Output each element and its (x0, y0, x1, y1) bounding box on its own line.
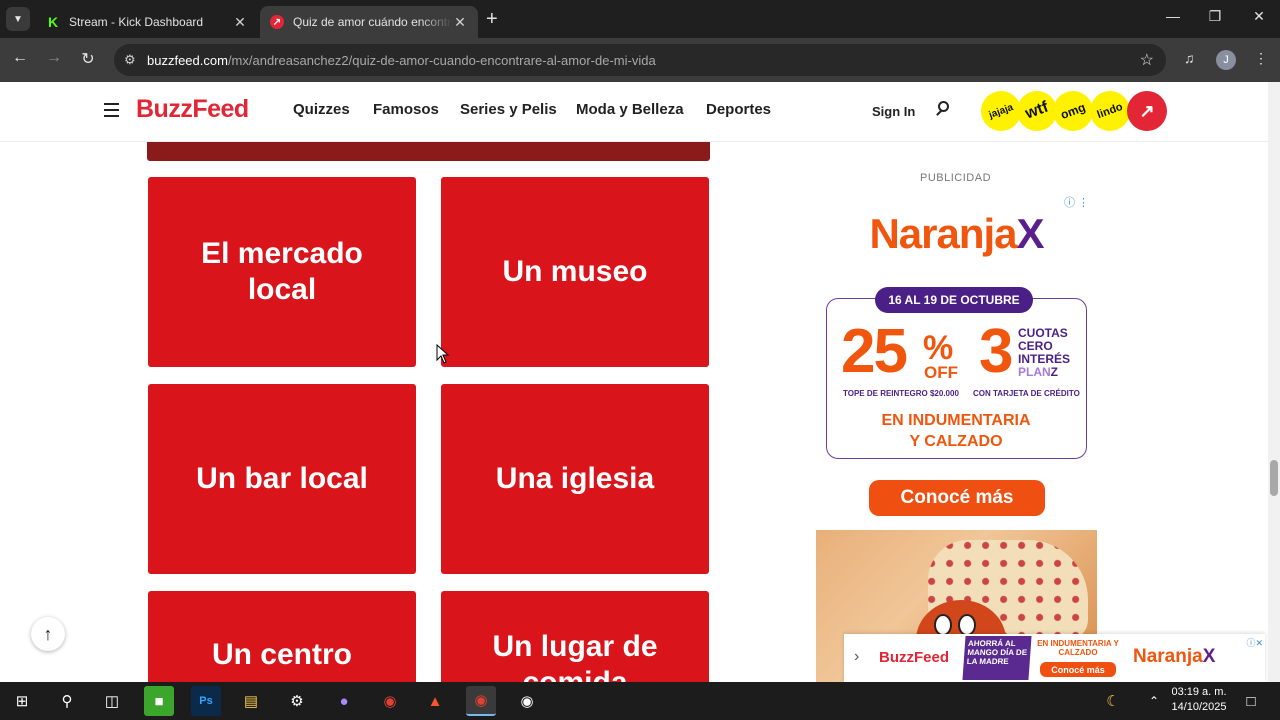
clock-date: 14/10/2025 (1171, 700, 1227, 713)
fine-print-right: CON TARJETA DE CRÉDITO (973, 389, 1080, 398)
bookmark-star-icon[interactable]: ☆ (1140, 50, 1154, 70)
night-light-moon-icon[interactable]: ☾ (1098, 686, 1128, 716)
obs-icon[interactable]: ◉ (512, 686, 542, 716)
photoshop-icon[interactable]: Ps (191, 686, 221, 716)
naranjax-logo: NaranjaX (869, 210, 1044, 257)
trending-arrow-icon[interactable]: ↗ (1127, 91, 1167, 131)
buzzfeed-trending-icon: ↗ (270, 15, 284, 29)
restore-icon[interactable]: ❐ (1192, 8, 1238, 25)
discount-percent: 25 (841, 317, 908, 386)
selected-answer-bar (147, 142, 710, 161)
buzzfeed-logo[interactable]: BuzzFeed (136, 95, 249, 124)
kick-icon: K (46, 14, 60, 30)
sticky-banner-ad[interactable]: › BuzzFeed AHORRÁ AL MANGO DÍA DE LA MAD… (844, 634, 1265, 682)
media-controls-icon[interactable]: ♫ (1184, 50, 1195, 66)
tray-chevron-up-icon[interactable]: ⌃ (1139, 686, 1169, 716)
chrome-icon[interactable]: ◉ (375, 686, 405, 716)
discord-icon[interactable]: ● (329, 686, 359, 716)
fine-print-left: TOPE DE REINTEGRO $20.000 (843, 389, 959, 398)
promo-category: EN INDUMENTARIA Y CALZADO (881, 412, 1031, 450)
banner-naranjax-logo: NaranjaX (1133, 646, 1216, 667)
tab-title: Stream - Kick Dashboard (69, 15, 204, 29)
answer-option[interactable]: El mercado local (148, 177, 416, 367)
nav-link-series[interactable]: Series y Pelis (460, 101, 557, 118)
brave-icon[interactable]: ▲ (420, 686, 450, 716)
chrome-active-icon[interactable]: ◉ (466, 686, 496, 716)
close-tab-icon[interactable]: ✕ (232, 14, 248, 31)
ad-photo-eye (958, 614, 976, 636)
hamburger-menu-icon[interactable] (104, 103, 119, 117)
address-bar[interactable]: ⚙ buzzfeed.com/mx/andreasanchez2/quiz-de… (114, 44, 1166, 76)
banner-close-icon[interactable]: ⓘ✕ (1235, 636, 1263, 648)
close-window-icon[interactable]: ✕ (1236, 8, 1280, 25)
off-label: OFF (924, 363, 958, 382)
nav-link-deportes[interactable]: Deportes (706, 101, 771, 118)
answer-option[interactable]: Un lugar de comida (441, 591, 709, 682)
nav-link-famosos[interactable]: Famosos (373, 101, 439, 118)
browser-tab-strip: ▼ K Stream - Kick Dashboard ✕ ↗ Quiz de … (0, 0, 1280, 38)
naranjax-ad[interactable]: ⓘ ⋮ NaranjaX 16 AL 19 DE OCTUBRE 25 % OF… (816, 190, 1097, 682)
answer-option[interactable]: Una iglesia (441, 384, 709, 574)
steam-icon[interactable]: ⚙ (282, 686, 312, 716)
minimize-icon[interactable]: — (1150, 8, 1196, 24)
tab-quiz[interactable]: ↗ Quiz de amor cuándo encontraré ✕ (260, 6, 478, 38)
system-clock[interactable]: 03:19 a. m. 14/10/2025 (1166, 685, 1232, 715)
banner-buzzfeed-logo: BuzzFeed (879, 649, 950, 666)
close-tab-icon[interactable]: ✕ (452, 14, 468, 31)
clock-time: 03:19 a. m. (1171, 686, 1227, 698)
task-view-icon[interactable]: ◫ (97, 686, 127, 716)
minecraft-icon[interactable]: ■ (144, 686, 174, 716)
profile-avatar[interactable]: J (1216, 50, 1236, 70)
promo-box: 16 AL 19 DE OCTUBRE 25 % OFF 3 CUOTAS CE… (826, 287, 1087, 459)
windows-start-icon[interactable]: ⊞ (7, 686, 37, 716)
nav-link-moda[interactable]: Moda y Belleza (576, 101, 684, 118)
ad-info-icon[interactable]: ⓘ ⋮ (1064, 194, 1089, 210)
installments-text: CUOTAS CERO INTERÉS PLANZ (1018, 326, 1071, 379)
back-arrow-icon[interactable]: ← (9, 49, 31, 67)
site-header: BuzzFeed Quizzes Famosos Series y Pelis … (0, 82, 1268, 142)
banner-promo-badge: AHORRÁ AL MANGO DÍA DE LA MADRE (962, 636, 1032, 680)
kebab-menu-icon[interactable]: ⋮ (1254, 50, 1268, 67)
back-to-top-arrow-icon[interactable]: ↑ (31, 617, 65, 651)
promo-dates: 16 AL 19 DE OCTUBRE (875, 287, 1033, 313)
forward-arrow-icon[interactable]: → (43, 49, 65, 67)
search-icon[interactable]: ⚲ (52, 686, 82, 716)
notifications-icon[interactable]: □ (1236, 686, 1266, 716)
reload-icon[interactable]: ↻ (77, 49, 99, 69)
answer-option[interactable]: Un museo (441, 177, 709, 367)
search-icon[interactable] (934, 100, 952, 118)
answer-option[interactable]: Un centro (148, 591, 416, 682)
new-tab-plus-icon[interactable]: + (486, 8, 498, 31)
windows-taskbar: ⊞ ⚲ ◫ ■ Ps ▤ ⚙ ● ◉ ▲ ◉ ◉ ☾ ⌃ 03:19 a. m.… (0, 682, 1280, 720)
sign-in-link[interactable]: Sign In (872, 104, 915, 119)
site-settings-icon[interactable]: ⚙ (124, 52, 142, 68)
ad-label: PUBLICIDAD (920, 172, 992, 184)
tab-kick-dashboard[interactable]: K Stream - Kick Dashboard ✕ (36, 6, 258, 38)
chevron-right-icon[interactable]: › (854, 648, 859, 666)
tab-search-chevron-icon[interactable]: ▼ (6, 7, 30, 31)
ad-photo-eye (934, 614, 952, 636)
installments-number: 3 (979, 317, 1014, 386)
banner-cta-button[interactable]: Conocé más (1040, 662, 1116, 677)
ad-cta-button[interactable]: Conocé más (869, 480, 1045, 516)
page-viewport: BuzzFeed Quizzes Famosos Series y Pelis … (0, 82, 1280, 682)
tab-title: Quiz de amor cuándo encontraré (293, 15, 452, 29)
nav-link-quizzes[interactable]: Quizzes (293, 101, 350, 118)
scrollbar-thumb[interactable] (1270, 460, 1278, 496)
file-explorer-icon[interactable]: ▤ (236, 686, 266, 716)
page-scrollbar[interactable] (1268, 82, 1280, 682)
banner-category: EN INDUMENTARIA Y CALZADO (1037, 639, 1119, 657)
url-text: buzzfeed.com/mx/andreasanchez2/quiz-de-a… (147, 52, 656, 68)
browser-toolbar: ← → ↻ ⚙ buzzfeed.com/mx/andreasanchez2/q… (0, 38, 1280, 82)
answer-option[interactable]: Un bar local (148, 384, 416, 574)
